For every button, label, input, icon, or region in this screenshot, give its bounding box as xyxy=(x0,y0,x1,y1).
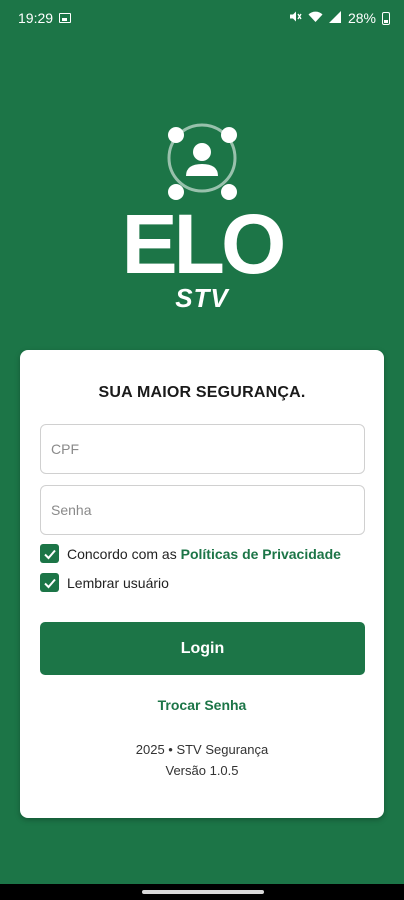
remember-label: Lembrar usuário xyxy=(67,574,169,591)
privacy-agree-row[interactable]: Concordo com as Políticas de Privacidade xyxy=(40,544,341,563)
privacy-agree-prefix: Concordo com as xyxy=(67,545,181,562)
check-icon xyxy=(43,578,56,588)
card-title: SUA MAIOR SEGURANÇA. xyxy=(98,384,306,401)
check-icon xyxy=(43,549,56,559)
cpf-input[interactable] xyxy=(40,424,365,474)
privacy-checkbox[interactable] xyxy=(40,544,59,563)
app-logo: ELO STV xyxy=(0,118,404,318)
wifi-icon xyxy=(308,11,323,26)
battery-icon xyxy=(382,11,390,25)
image-icon xyxy=(59,13,72,23)
remember-user-row[interactable]: Lembrar usuário xyxy=(40,573,169,592)
privacy-policy-link[interactable]: Políticas de Privacidade xyxy=(181,546,341,562)
mute-icon xyxy=(289,10,302,26)
user-network-icon xyxy=(167,123,237,200)
status-bar: 19:29 28% xyxy=(0,0,404,36)
brand-name: ELO xyxy=(121,197,287,291)
footer-version: Versão 1.0.5 xyxy=(165,763,239,778)
change-password-link[interactable]: Trocar Senha xyxy=(20,697,384,713)
status-left: 19:29 xyxy=(18,10,72,26)
signal-icon xyxy=(328,10,342,26)
footer-copyright: 2025 • STV Segurança xyxy=(135,742,269,757)
status-time: 19:29 xyxy=(18,10,54,26)
battery-percent: 28% xyxy=(347,10,376,26)
login-card: SUA MAIOR SEGURANÇA. Concordo com as Pol… xyxy=(20,350,384,818)
privacy-agree-label: Concordo com as Políticas de Privacidade xyxy=(67,546,341,562)
password-input[interactable] xyxy=(40,485,365,535)
brand-subtitle: STV xyxy=(175,283,229,313)
status-right: 28% xyxy=(289,10,390,26)
home-gesture-handle[interactable] xyxy=(142,890,264,894)
login-button[interactable]: Login xyxy=(40,622,365,675)
remember-checkbox[interactable] xyxy=(40,573,59,592)
